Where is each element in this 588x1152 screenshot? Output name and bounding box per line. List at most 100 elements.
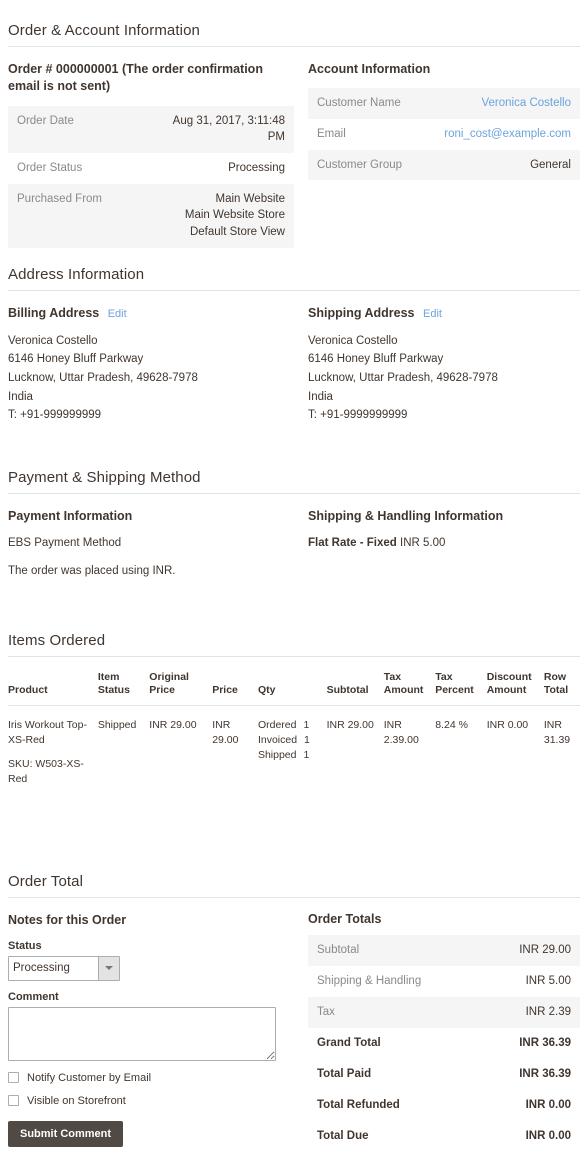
subtotal-label: Subtotal	[317, 944, 360, 957]
notes-title: Notes for this Order	[8, 913, 127, 928]
account-information-column: Account Information Customer Name Veroni…	[308, 47, 580, 248]
submit-comment-button[interactable]: Submit Comment	[8, 1120, 124, 1147]
payment-method-name: EBS Payment Method	[8, 537, 122, 550]
purchased-from-line: Default Store View	[189, 225, 285, 238]
total-refunded-label: Total Refunded	[317, 1099, 400, 1112]
account-information-table: Customer Name Veronica Costello Email ro…	[308, 88, 580, 181]
qty-ordered-label: Ordered	[257, 718, 297, 731]
edit-shipping-address-link[interactable]: Edit	[423, 308, 442, 320]
status-select[interactable]: Processing	[8, 955, 120, 981]
column-header-product: Product	[8, 670, 94, 706]
shipping-method-price: INR 5.00	[400, 537, 446, 550]
items-ordered-table: Product Item Status Original Price Price…	[8, 670, 580, 792]
shipping-address-column: Shipping Address Edit Veronica Costello …	[308, 291, 580, 451]
table-row: Total Refunded INR 0.00	[308, 1090, 580, 1121]
address-line: Veronica Costello	[8, 334, 98, 347]
purchased-from-line: Main Website Store	[184, 209, 285, 222]
customer-group-value: General	[530, 158, 571, 171]
section-header-order-total: Order Total	[8, 855, 580, 899]
comment-label: Comment	[8, 990, 59, 1003]
address-columns: Billing Address Edit Veronica Costello 6…	[8, 291, 580, 451]
column-header-tax-amount: Tax Amount	[379, 670, 432, 706]
product-name: Iris Workout Top-XS-Red	[8, 718, 87, 746]
payment-shipping-columns: Payment Information EBS Payment Method T…	[8, 494, 580, 614]
section-header-payment-shipping: Payment & Shipping Method	[8, 451, 580, 494]
payment-currency-note: The order was placed using INR.	[8, 565, 176, 578]
customer-name-link[interactable]: Veronica Costello	[482, 97, 572, 109]
subtotal-value: INR 29.00	[519, 944, 571, 957]
table-header-row: Product Item Status Original Price Price…	[8, 670, 580, 706]
total-due-label: Total Due	[317, 1130, 369, 1143]
notify-customer-checkbox-row[interactable]: Notify Customer by Email	[8, 1072, 294, 1084]
billing-address-column: Billing Address Edit Veronica Costello 6…	[8, 291, 308, 451]
address-line: 6146 Honey Bluff Parkway	[8, 353, 144, 366]
total-refunded-value: INR 0.00	[525, 1099, 571, 1112]
customer-email-link[interactable]: roni_cost@example.com	[444, 128, 571, 140]
qty-shipped-count: 1	[303, 748, 310, 761]
order-notes-column: Notes for this Order Status Processing C…	[8, 898, 308, 1152]
shipping-address-label: Shipping Address	[308, 305, 415, 320]
qty-invoiced: Invoiced 1	[258, 733, 319, 748]
cell-item-status: Shipped	[97, 718, 137, 731]
visible-on-storefront-checkbox-row[interactable]: Visible on Storefront	[8, 1095, 294, 1107]
cell-discount-amount: INR 0.00	[486, 718, 529, 731]
order-totals-column: Order Totals Subtotal INR 29.00 Shipping…	[308, 898, 580, 1152]
qty-ordered-count: 1	[303, 718, 310, 731]
column-header-item-status: Item Status	[93, 670, 146, 706]
edit-billing-address-link[interactable]: Edit	[108, 308, 127, 320]
customer-name-label: Customer Name	[317, 97, 401, 110]
address-phone: T: +91-9999999999	[308, 409, 408, 422]
order-total-columns: Notes for this Order Status Processing C…	[8, 898, 580, 1152]
table-row: Total Due INR 0.00	[308, 1121, 580, 1152]
cell-subtotal: INR 29.00	[326, 718, 374, 731]
qty-ordered: Ordered 1	[258, 718, 319, 733]
total-paid-value: INR 36.39	[519, 1068, 571, 1081]
address-line: 6146 Honey Bluff Parkway	[308, 353, 444, 366]
account-information-title: Account Information	[308, 62, 431, 76]
cell-row-total: INR 31.39	[543, 718, 571, 746]
billing-address-text: Veronica Costello 6146 Honey Bluff Parkw…	[8, 332, 294, 451]
status-select-wrapper: Processing	[8, 955, 120, 981]
shipping-information-title: Shipping & Handling Information	[308, 508, 504, 523]
cell-original-price: INR 29.00	[149, 718, 197, 731]
qty-shipped: Shipped 1	[258, 748, 319, 763]
column-header-price: Price	[208, 670, 254, 706]
shipping-method-name: Flat Rate - Fixed	[308, 537, 397, 550]
customer-group-label: Customer Group	[317, 158, 403, 171]
shipping-handling-label: Shipping & Handling	[317, 975, 422, 988]
grand-total-value: INR 36.39	[519, 1037, 571, 1050]
address-line: Lucknow, Uttar Pradesh, 49628-7978	[308, 372, 498, 385]
address-line: India	[8, 390, 33, 403]
order-heading: Order # 000000001 (The order confirmatio…	[8, 62, 263, 94]
order-totals-title: Order Totals	[308, 912, 382, 927]
order-date-label: Order Date	[17, 114, 74, 127]
address-line: Veronica Costello	[308, 334, 398, 347]
order-status-label: Order Status	[17, 161, 83, 174]
order-view-page: Order & Account Information Order # 0000…	[0, 0, 588, 1152]
table-row: Order Status Processing	[8, 153, 294, 184]
column-header-discount-amount: Discount Amount	[482, 670, 540, 706]
order-totals-table: Subtotal INR 29.00 Shipping & Handling I…	[308, 935, 580, 1152]
grand-total-label: Grand Total	[317, 1037, 381, 1050]
column-header-original-price: Original Price	[145, 670, 209, 706]
order-status-value: Processing	[228, 161, 285, 174]
order-information-column: Order # 000000001 (The order confirmatio…	[8, 47, 308, 248]
section-header-items-ordered: Items Ordered	[8, 614, 580, 657]
email-value: roni_cost@example.com	[435, 119, 580, 150]
table-row: Subtotal INR 29.00	[308, 935, 580, 967]
visible-on-storefront-checkbox[interactable]	[8, 1095, 19, 1107]
status-label: Status	[8, 939, 42, 952]
table-row: Shipping & Handling INR 5.00	[308, 966, 580, 997]
items-table-header: Product Item Status Original Price Price…	[8, 670, 580, 706]
total-due-value: INR 0.00	[525, 1130, 571, 1143]
notify-customer-checkbox[interactable]	[8, 1072, 19, 1084]
section-header-order-account: Order & Account Information	[8, 0, 580, 47]
address-phone: T: +91-999999999	[8, 409, 102, 422]
product-sku: SKU: W503-XS-Red	[8, 757, 84, 786]
visible-on-storefront-label: Visible on Storefront	[27, 1094, 126, 1107]
section-header-address: Address Information	[8, 248, 580, 291]
comment-input[interactable]	[8, 1006, 276, 1061]
items-table-body: Iris Workout Top-XS-Red SKU: W503-XS-Red…	[8, 705, 580, 791]
payment-information-title: Payment Information	[8, 508, 133, 523]
billing-address-title: Billing Address Edit	[8, 305, 294, 322]
